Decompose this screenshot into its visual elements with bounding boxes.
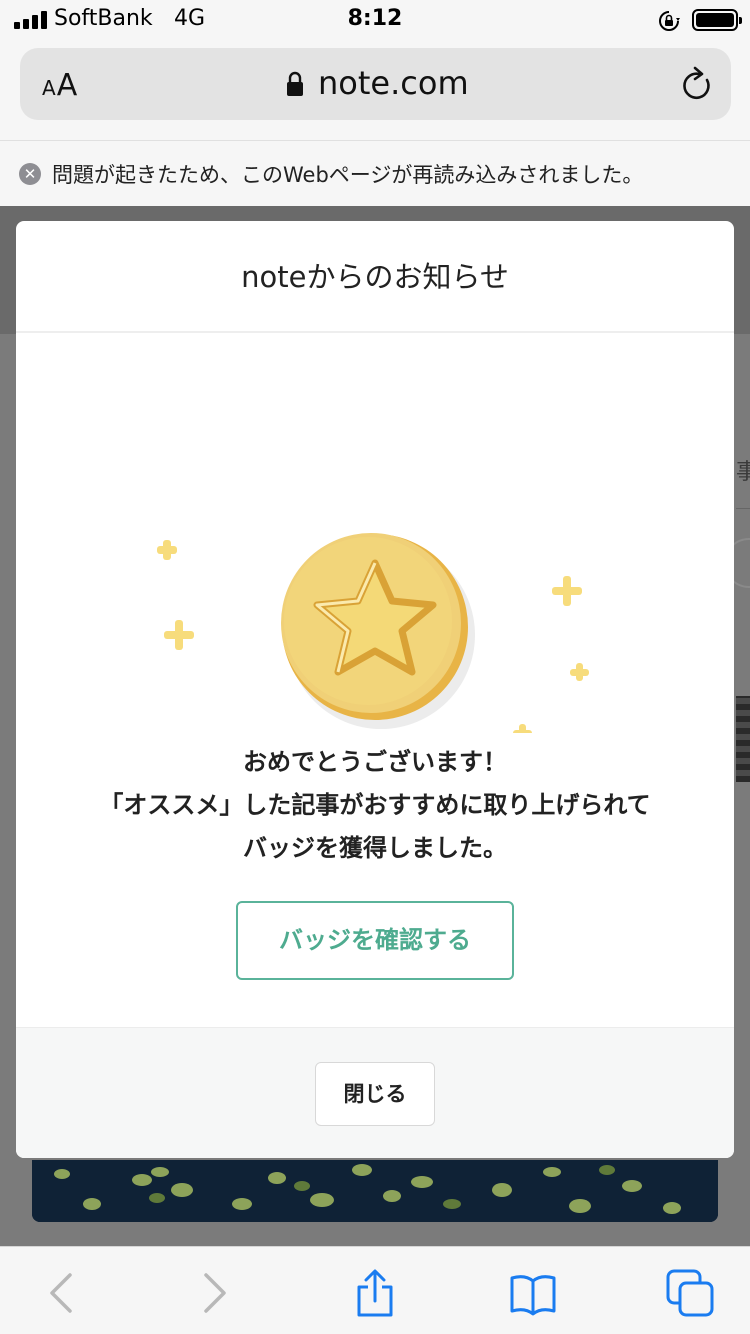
tabs-icon[interactable] — [666, 1269, 714, 1317]
article-photo — [32, 1160, 718, 1222]
sparkle-icon — [164, 620, 194, 650]
reload-notice-text: 問題が起きたため、このWebページが再読み込みされました。 — [52, 163, 644, 187]
notification-modal: noteからのお知らせ おめでとうございます！ 「オススメ」した記事がおすすめに… — [16, 221, 734, 1158]
page-edge-text: 事 — [736, 460, 750, 485]
message-line: 「オススメ」した記事がおすすめに取り上げられて — [99, 791, 651, 819]
badge-illustration — [157, 533, 589, 733]
sparkle-icon — [570, 663, 589, 681]
forward-icon[interactable] — [190, 1269, 238, 1317]
url-text[interactable]: note.com — [318, 64, 469, 102]
orientation-lock-icon — [659, 11, 680, 31]
check-badge-button[interactable]: バッジを確認する — [236, 901, 514, 980]
page-divider — [736, 508, 750, 509]
share-icon[interactable] — [351, 1269, 399, 1317]
message-line: おめでとうございます！ — [243, 748, 507, 776]
battery-icon — [692, 9, 742, 31]
bookmarks-icon[interactable] — [509, 1269, 557, 1317]
modal-title: noteからのお知らせ — [16, 221, 734, 333]
page-edge-thumbnail — [736, 696, 750, 782]
close-button[interactable]: 閉じる — [315, 1062, 435, 1126]
message-line: バッジを獲得しました。 — [243, 834, 507, 862]
reload-icon[interactable] — [680, 66, 714, 102]
clock: 8:12 — [347, 6, 403, 31]
status-bar: SoftBank 4G 8:12 — [0, 0, 750, 42]
text-size-button[interactable]: AA — [42, 68, 78, 103]
sparkle-icon — [552, 576, 582, 606]
badge-coin-icon — [281, 533, 475, 729]
dismiss-notice-icon[interactable]: ✕ — [19, 163, 41, 185]
back-icon[interactable] — [38, 1269, 86, 1317]
padlock-icon — [287, 71, 303, 96]
reload-notice-bar: ✕ 問題が起きたため、このWebページが再読み込みされました。 — [0, 140, 750, 206]
congratulation-message: おめでとうございます！ 「オススメ」した記事がおすすめに取り上げられて バッジを… — [16, 741, 734, 870]
sparkle-icon — [157, 540, 177, 560]
browser-toolbar — [0, 1246, 750, 1334]
address-bar[interactable]: AA note.com — [20, 48, 731, 120]
modal-footer: 閉じる — [16, 1027, 734, 1158]
sparkle-icon — [513, 724, 532, 733]
